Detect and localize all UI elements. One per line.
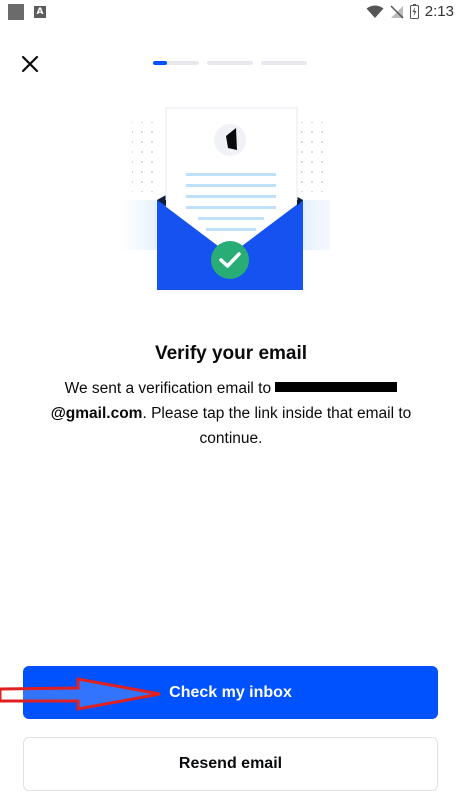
message-intro: We sent a verification email to xyxy=(64,380,276,397)
check-badge-icon xyxy=(211,241,249,279)
redacted-email-part xyxy=(275,382,398,393)
email-address-domain: @gmail.com xyxy=(50,405,143,422)
close-icon xyxy=(21,55,39,73)
wifi-icon xyxy=(366,5,384,18)
progress-step-3 xyxy=(261,61,307,65)
notification-icon xyxy=(8,4,24,20)
email-verified-illustration xyxy=(118,107,330,290)
close-button[interactable] xyxy=(18,52,42,76)
no-signal-icon xyxy=(390,4,404,19)
step-progress xyxy=(153,61,307,65)
app-notification-icon: A xyxy=(34,6,46,18)
message-instruction: . Please tap the link inside that email … xyxy=(142,405,412,447)
verification-message: We sent a verification email to @gmail.c… xyxy=(22,376,440,451)
battery-charging-icon xyxy=(409,4,419,19)
resend-email-button[interactable]: Resend email xyxy=(23,737,438,791)
page-title: Verify your email xyxy=(154,343,308,364)
status-bar: A 2:13 xyxy=(0,0,462,24)
progress-step-2 xyxy=(207,61,253,65)
progress-step-1 xyxy=(153,61,199,65)
annotation-arrow-icon xyxy=(0,677,161,711)
clock: 2:13 xyxy=(424,3,454,20)
